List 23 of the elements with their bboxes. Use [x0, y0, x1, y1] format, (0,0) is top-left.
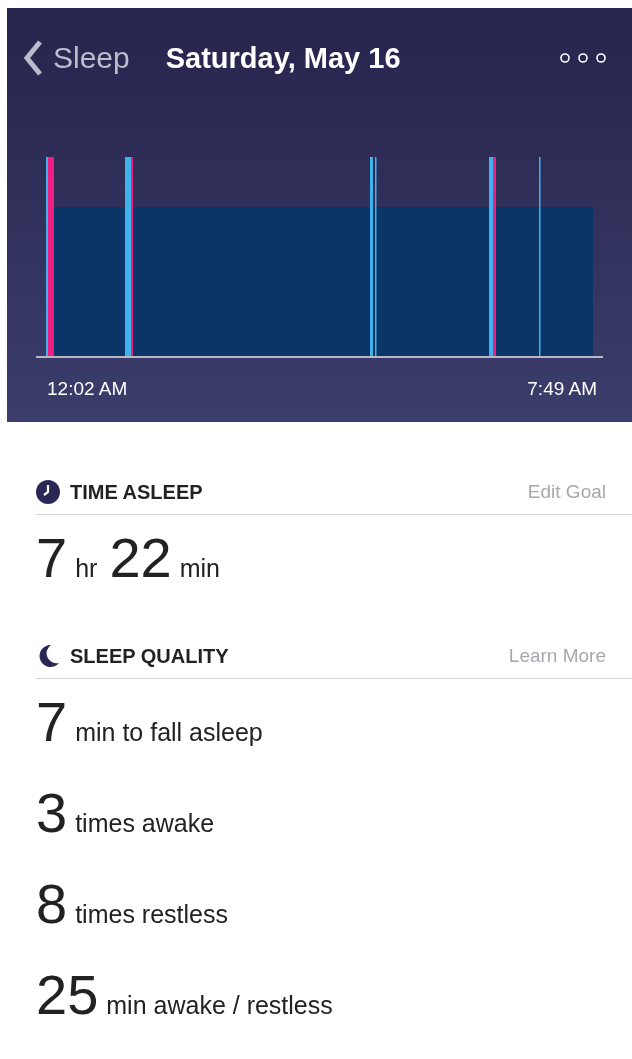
duration-value: 7 — [36, 525, 68, 590]
stat-value: 25 — [36, 962, 99, 1027]
section-link[interactable]: Edit Goal — [527, 481, 606, 503]
clock-icon — [36, 480, 60, 504]
start-time-label: 12:02 AM — [47, 378, 128, 400]
stat-label: min to fall asleep — [75, 718, 263, 747]
stat-value: 3 — [36, 780, 68, 845]
stat-label: times awake — [75, 809, 215, 838]
section-title: SLEEP QUALITY — [70, 644, 230, 668]
stat-label: min awake / restless — [106, 991, 333, 1020]
stat-label: times restless — [75, 900, 228, 929]
duration-value: 22 — [109, 525, 172, 590]
back-button[interactable]: Sleep — [23, 38, 130, 78]
section-title: TIME ASLEEP — [70, 480, 204, 504]
more-options-icon[interactable] — [560, 52, 606, 64]
end-time-label: 7:49 AM — [527, 378, 597, 400]
section-link[interactable]: Learn More — [508, 645, 606, 667]
page-title: Saturday, May 16 — [165, 41, 402, 75]
stat-value: 8 — [36, 871, 68, 936]
chevron-left-icon — [23, 38, 43, 78]
duration-unit: min — [179, 554, 220, 583]
duration-unit: hr — [75, 554, 98, 583]
stat-value: 7 — [36, 689, 68, 754]
